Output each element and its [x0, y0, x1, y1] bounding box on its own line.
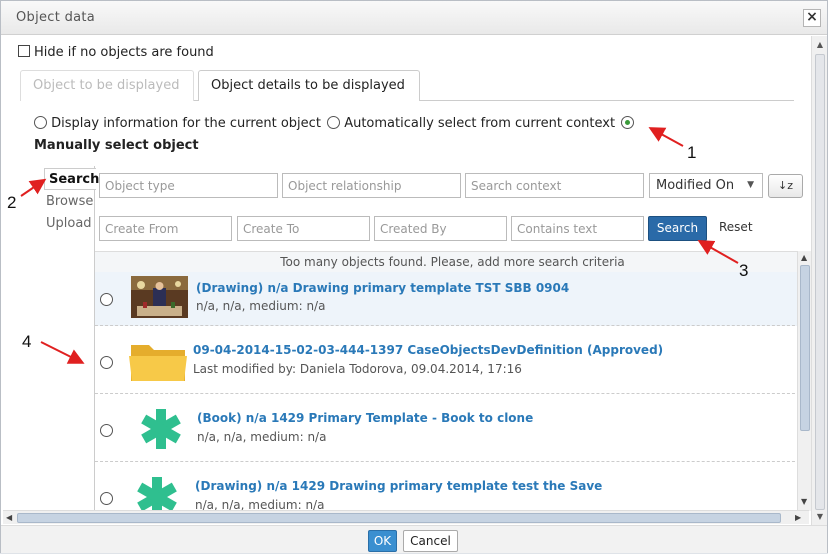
result-subtitle: n/a, n/a, medium: n/a [197, 430, 327, 444]
folder-icon [129, 339, 187, 383]
created-by-input[interactable]: Created By [374, 216, 507, 241]
annotation-number: 2 [7, 193, 17, 212]
result-subtitle: Last modified by: Daniela Todorova, 09.0… [193, 362, 522, 376]
sidenav-item-search[interactable]: Search [44, 168, 99, 190]
scroll-down-icon[interactable]: ▼ [815, 512, 825, 521]
annotation-number: 3 [739, 261, 749, 280]
scrollbar-thumb[interactable] [17, 513, 781, 523]
result-radio[interactable] [100, 492, 113, 505]
scroll-right-icon[interactable]: ▶ [795, 513, 801, 522]
result-title[interactable]: (Drawing) n/a 1429 Drawing primary templ… [195, 479, 602, 493]
annotation-arrow [20, 178, 47, 197]
ok-button[interactable]: OK [368, 530, 397, 552]
sort-by-select[interactable]: Modified On ▼ [649, 173, 763, 198]
scrollbar-thumb[interactable] [800, 265, 810, 431]
reset-button[interactable]: Reset [719, 220, 753, 234]
annotation-arrow [648, 127, 684, 147]
selection-mode-options: Display information for the current obje… [34, 116, 635, 131]
result-radio[interactable] [100, 293, 113, 306]
radio-current-object[interactable] [34, 116, 47, 129]
tab-bar: Object to be displayed Object details to… [20, 70, 794, 101]
results-horizontal-scrollbar[interactable]: ◀ ▶ [3, 510, 809, 524]
dialog-title: Object data [16, 10, 96, 25]
object-type-input[interactable]: Object type [99, 173, 278, 198]
sidenav-item-browse[interactable]: Browse [46, 194, 93, 209]
tab-object-details[interactable]: Object details to be displayed [198, 70, 420, 101]
radio-current-object-label: Display information for the current obje… [51, 116, 321, 131]
asterisk-icon [139, 407, 183, 451]
chevron-down-icon: ▼ [747, 180, 754, 190]
dialog-footer: OK Cancel [1, 525, 827, 553]
dialog-vertical-scrollbar[interactable]: ▲ ▼ [811, 36, 827, 526]
scrollbar-thumb[interactable] [815, 54, 825, 510]
scroll-up-icon[interactable]: ▲ [801, 253, 807, 262]
scroll-down-icon[interactable]: ▼ [801, 497, 807, 506]
result-title[interactable]: (Book) n/a 1429 Primary Template - Book … [197, 411, 533, 425]
scroll-up-icon[interactable]: ▲ [815, 40, 825, 49]
list-item[interactable]: (Drawing) n/a 1429 Drawing primary templ… [95, 462, 810, 511]
dialog-titlebar: Object data × [1, 1, 827, 35]
contains-text-input[interactable]: Contains text [511, 216, 644, 241]
hide-if-empty-option[interactable]: Hide if no objects are found [18, 45, 214, 60]
result-radio[interactable] [100, 424, 113, 437]
close-button[interactable]: × [803, 9, 821, 27]
result-radio[interactable] [100, 356, 113, 369]
result-title[interactable]: 09-04-2014-15-02-03-444-1397 CaseObjects… [193, 343, 663, 357]
annotation-arrow [40, 341, 85, 364]
hide-if-empty-checkbox[interactable] [18, 45, 30, 57]
annotation-number: 4 [22, 332, 32, 351]
sort-az-icon: ↓z [778, 179, 793, 192]
sort-by-value: Modified On [656, 178, 735, 193]
tab-object-to-display[interactable]: Object to be displayed [20, 70, 194, 101]
list-item[interactable]: (Drawing) n/a Drawing primary template T… [95, 272, 810, 326]
sidenav-item-upload[interactable]: Upload [46, 216, 92, 231]
radio-option-current-object[interactable]: Display information for the current obje… [34, 116, 321, 131]
result-title[interactable]: (Drawing) n/a Drawing primary template T… [196, 281, 569, 295]
cancel-button[interactable]: Cancel [403, 530, 458, 552]
results-message: Too many objects found. Please, add more… [95, 252, 810, 272]
results-list: Too many objects found. Please, add more… [95, 251, 810, 511]
radio-manual-select[interactable] [621, 116, 635, 129]
painting-thumbnail [131, 276, 188, 318]
scroll-left-icon[interactable]: ◀ [6, 513, 12, 522]
annotation-number: 1 [687, 143, 697, 162]
search-button[interactable]: Search [648, 216, 707, 241]
radio-auto-select-label: Automatically select from current contex… [344, 116, 616, 131]
hide-if-empty-label: Hide if no objects are found [34, 45, 214, 60]
list-item[interactable]: 09-04-2014-15-02-03-444-1397 CaseObjects… [95, 326, 810, 394]
list-item[interactable]: (Book) n/a 1429 Primary Template - Book … [95, 394, 810, 462]
object-data-dialog: Object data × ▲ ▼ Hide if no objects are… [0, 0, 828, 553]
asterisk-icon [135, 475, 179, 511]
radio-manual-select-label: Manually select object [34, 138, 199, 153]
radio-option-auto-select[interactable]: Automatically select from current contex… [327, 116, 615, 131]
result-subtitle: n/a, n/a, medium: n/a [196, 299, 326, 313]
create-to-input[interactable]: Create To [237, 216, 370, 241]
sort-direction-button[interactable]: ↓z [768, 174, 803, 198]
create-from-input[interactable]: Create From [99, 216, 232, 241]
object-relationship-input[interactable]: Object relationship [282, 173, 461, 198]
radio-auto-select[interactable] [327, 116, 341, 129]
results-vertical-scrollbar[interactable]: ▲ ▼ [797, 251, 811, 511]
search-context-input[interactable]: Search context [465, 173, 644, 198]
